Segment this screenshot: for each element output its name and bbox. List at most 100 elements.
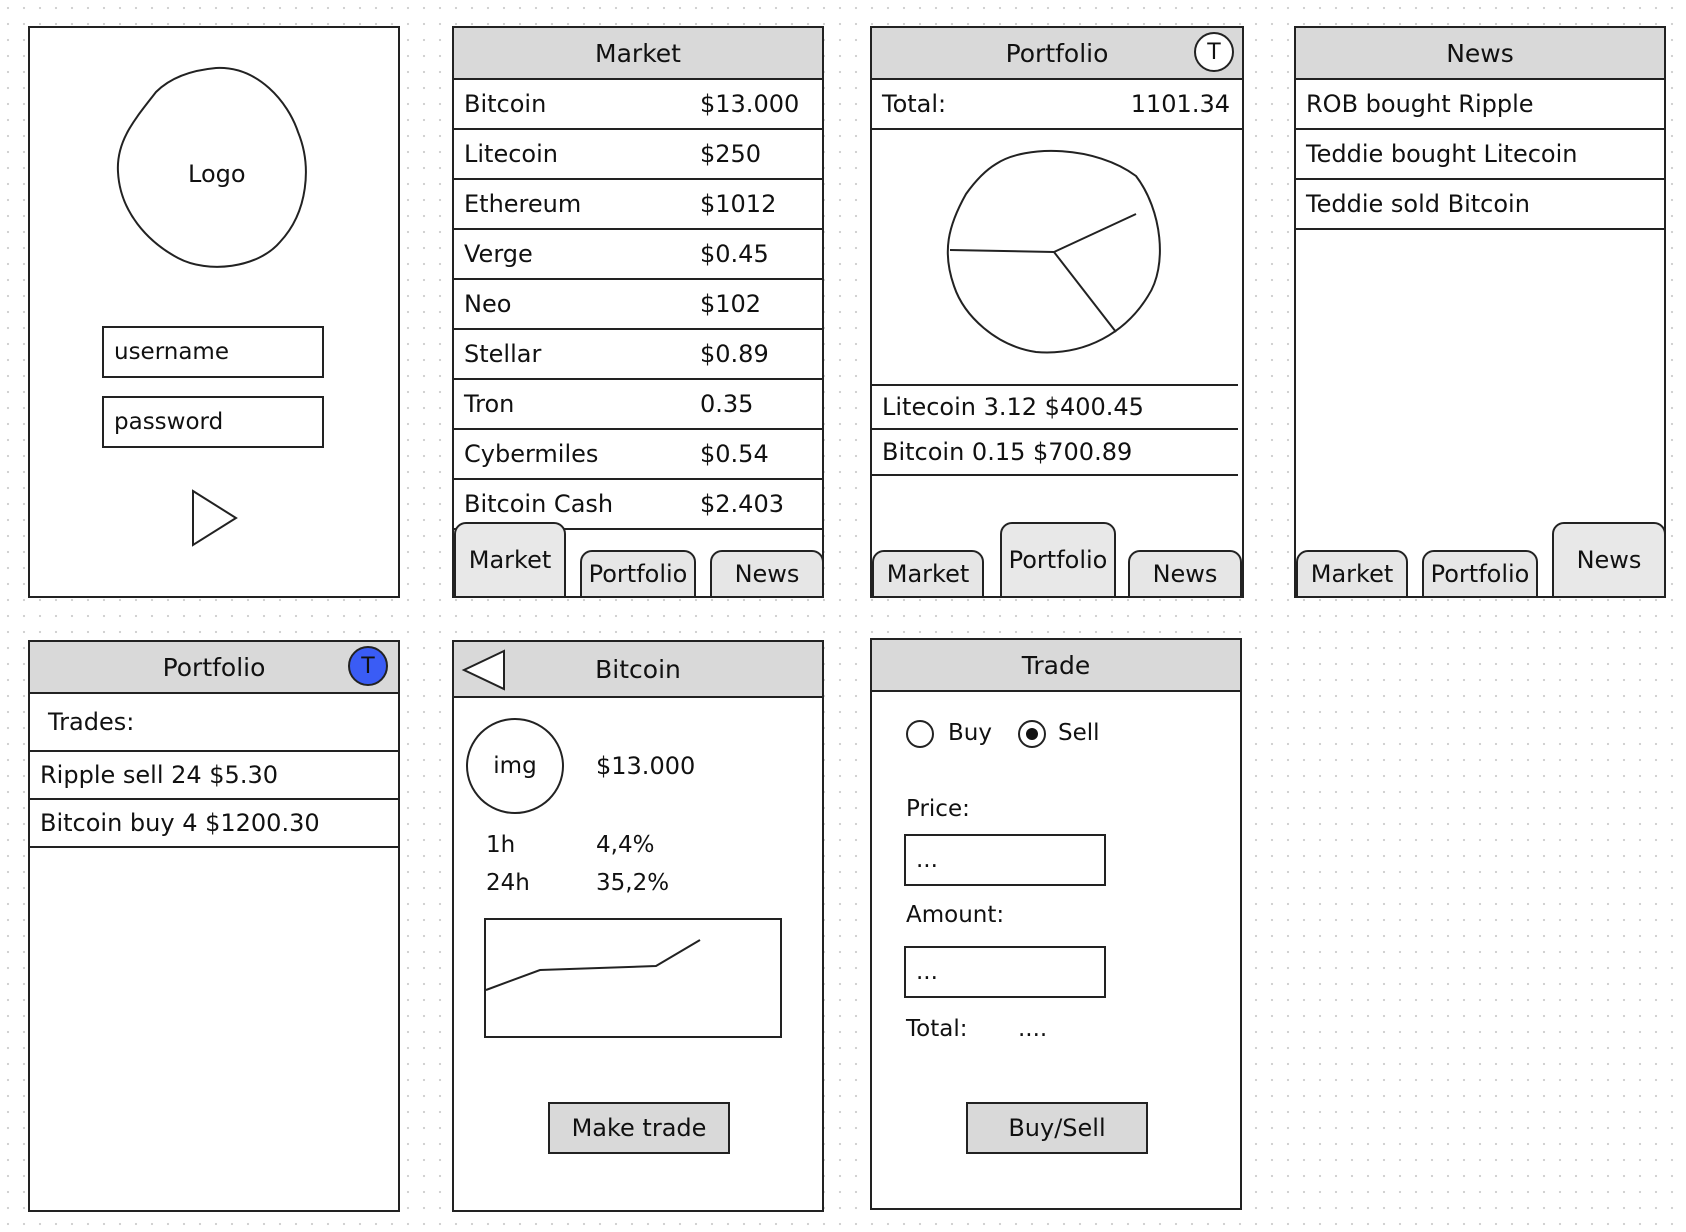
portfolio-trades-title-text: Portfolio: [162, 652, 266, 682]
coin-price: $1012: [700, 190, 777, 218]
password-field[interactable]: password: [102, 396, 324, 448]
coin-name: Bitcoin: [464, 90, 547, 118]
market-row[interactable]: Verge $0.45: [454, 230, 822, 280]
trade-title: Trade: [872, 640, 1240, 692]
change-24h-label: 24h: [486, 870, 530, 896]
holding-row[interactable]: Litecoin 3.12 $400.45: [872, 384, 1238, 430]
market-row[interactable]: Tron 0.35: [454, 380, 822, 430]
play-icon[interactable]: [190, 488, 240, 548]
total-value: ....: [1018, 1016, 1048, 1042]
login-screen: Logo username password: [28, 26, 400, 598]
tab-portfolio[interactable]: Portfolio: [1000, 522, 1116, 596]
total-label: Total:: [906, 1016, 968, 1042]
portfolio-screen: Portfolio T Total: 1101.34 Litecoin 3.12…: [870, 26, 1244, 598]
coin-price: $2.403: [700, 490, 784, 518]
username-field[interactable]: username: [102, 326, 324, 378]
tab-market[interactable]: Market: [454, 522, 566, 596]
coin-price: 0.35: [700, 390, 754, 418]
coin-name: Tron: [464, 390, 515, 418]
coin-price: $0.45: [700, 240, 769, 268]
market-row[interactable]: Bitcoin $13.000: [454, 80, 822, 130]
market-row[interactable]: Ethereum $1012: [454, 180, 822, 230]
tab-portfolio[interactable]: Portfolio: [580, 550, 696, 596]
coin-name: Bitcoin Cash: [464, 490, 614, 518]
price-input-value: ...: [916, 847, 938, 873]
price-line-chart: [484, 918, 782, 1038]
username-placeholder: username: [114, 339, 229, 365]
buy-radio[interactable]: [906, 720, 934, 748]
coin-name: Litecoin: [464, 140, 558, 168]
tab-market[interactable]: Market: [872, 550, 984, 596]
portfolio-trades-screen: Portfolio T Trades: Ripple sell 24 $5.30…: [28, 640, 400, 1212]
market-row[interactable]: Cybermiles $0.54: [454, 430, 822, 480]
trade-screen: Trade Buy Sell Price: ... Amount: ... To…: [870, 638, 1242, 1210]
buy-label: Buy: [948, 720, 992, 746]
trades-label: Trades:: [48, 708, 135, 736]
total-label: Total:: [882, 90, 947, 118]
news-screen: News ROB bought Ripple Teddie bought Lite…: [1294, 26, 1666, 598]
holding-row[interactable]: Bitcoin 0.15 $700.89: [872, 430, 1238, 476]
coin-name: Verge: [464, 240, 533, 268]
trade-row-text: Ripple sell 24 $5.30: [40, 761, 278, 789]
market-row[interactable]: Litecoin $250: [454, 130, 822, 180]
total-value: 1101.34: [1130, 90, 1230, 118]
news-item[interactable]: ROB bought Ripple: [1296, 80, 1664, 130]
tab-news[interactable]: News: [1128, 550, 1242, 596]
buy-sell-button[interactable]: Buy/Sell: [966, 1102, 1148, 1154]
coin-detail-screen: Bitcoin img $13.000 1h 4,4% 24h 35,2% Ma…: [452, 640, 824, 1212]
tab-market[interactable]: Market: [1296, 550, 1408, 596]
portfolio-title-text: Portfolio: [1005, 38, 1109, 68]
coin-title-text: Bitcoin: [595, 654, 681, 684]
market-screen: Market Bitcoin $13.000 Litecoin $250 Ethereu…: [452, 26, 824, 598]
sell-label: Sell: [1058, 720, 1100, 746]
price-label: Price:: [906, 796, 970, 822]
coin-price: $0.89: [700, 340, 769, 368]
tab-news[interactable]: News: [710, 550, 822, 596]
trade-row[interactable]: Ripple sell 24 $5.30: [30, 752, 398, 800]
amount-label: Amount:: [906, 902, 1005, 928]
tab-news[interactable]: News: [1552, 522, 1664, 596]
portfolio-total-row: Total: 1101.34: [872, 80, 1242, 130]
coin-price: $0.54: [700, 440, 769, 468]
coin-image-label: img: [493, 753, 537, 779]
news-item[interactable]: Teddie bought Litecoin: [1296, 130, 1664, 180]
back-arrow-icon[interactable]: [460, 648, 508, 692]
news-item-text: Teddie bought Litecoin: [1306, 140, 1578, 168]
amount-input-value: ...: [916, 959, 938, 985]
news-title: News: [1296, 28, 1664, 80]
make-trade-button[interactable]: Make trade: [548, 1102, 730, 1154]
avatar-icon[interactable]: T: [1194, 32, 1234, 72]
sell-radio[interactable]: [1018, 720, 1046, 748]
coin-price: $102: [700, 290, 762, 318]
market-row[interactable]: Neo $102: [454, 280, 822, 330]
coin-title: Bitcoin: [454, 642, 822, 698]
market-row[interactable]: Stellar $0.89: [454, 330, 822, 380]
trades-header: Trades:: [30, 694, 398, 752]
portfolio-title: Portfolio: [872, 28, 1242, 80]
news-item-text: Teddie sold Bitcoin: [1306, 190, 1530, 218]
change-1h-label: 1h: [486, 832, 516, 858]
coin-price: $13.000: [596, 752, 696, 780]
coin-price: $250: [700, 140, 762, 168]
news-item[interactable]: Teddie sold Bitcoin: [1296, 180, 1664, 230]
change-1h-value: 4,4%: [596, 832, 655, 858]
logo-label: Logo: [188, 160, 246, 188]
coin-price: $13.000: [700, 90, 800, 118]
coin-name: Stellar: [464, 340, 542, 368]
coin-name: Neo: [464, 290, 512, 318]
trade-row-text: Bitcoin buy 4 $1200.30: [40, 809, 320, 837]
change-24h-value: 35,2%: [596, 870, 670, 896]
tab-portfolio[interactable]: Portfolio: [1422, 550, 1538, 596]
amount-input[interactable]: ...: [904, 946, 1106, 998]
coin-name: Cybermiles: [464, 440, 599, 468]
password-placeholder: password: [114, 409, 224, 435]
coin-image: img: [466, 718, 564, 814]
price-input[interactable]: ...: [904, 834, 1106, 886]
market-title: Market: [454, 28, 822, 80]
allocation-pie-chart: [946, 149, 1161, 354]
coin-name: Ethereum: [464, 190, 582, 218]
avatar-icon[interactable]: T: [348, 646, 388, 686]
news-item-text: ROB bought Ripple: [1306, 90, 1534, 118]
portfolio-trades-title: Portfolio: [30, 642, 398, 694]
trade-row[interactable]: Bitcoin buy 4 $1200.30: [30, 800, 398, 848]
